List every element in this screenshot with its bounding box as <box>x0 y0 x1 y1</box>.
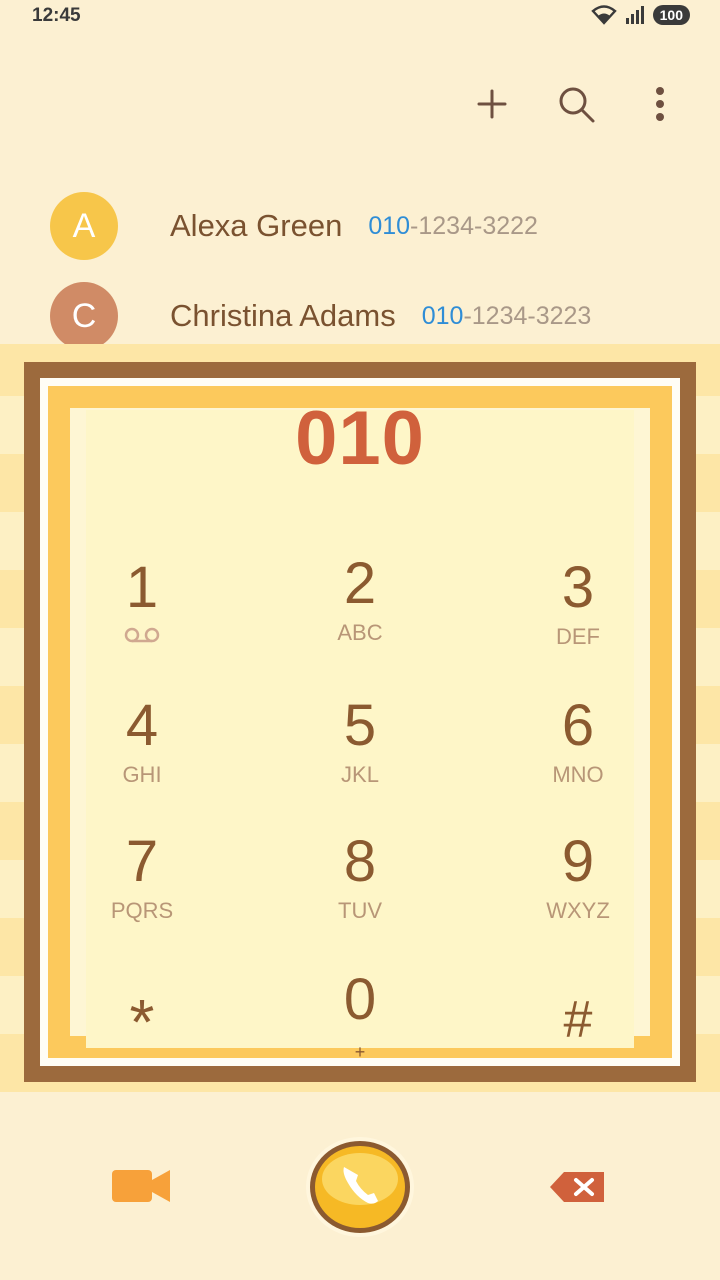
phone-icon <box>306 1137 414 1237</box>
key-letters: MNO <box>552 762 604 787</box>
key-9[interactable]: 9 WXYZ <box>498 830 658 950</box>
contact-name: Alexa Green <box>170 208 343 243</box>
wifi-icon <box>590 5 617 25</box>
key-digit: 6 <box>561 693 595 758</box>
key-star[interactable]: * <box>62 990 222 1110</box>
number-rest: -1234-3223 <box>463 301 592 330</box>
key-digit: 9 <box>561 829 595 894</box>
search-icon <box>559 87 595 123</box>
contact-number: 010-1234-3222 <box>368 212 538 241</box>
avatar: C <box>50 282 118 350</box>
key-2[interactable]: 2 ABC <box>280 552 440 672</box>
add-contact-button[interactable] <box>470 82 514 126</box>
key-letters: + <box>354 1042 366 1062</box>
contact-row[interactable]: A Alexa Green 010-1234-3222 <box>50 191 690 261</box>
more-options-button[interactable] <box>638 82 682 126</box>
status-time: 12:45 <box>32 5 81 26</box>
key-digit: 2 <box>343 551 377 616</box>
key-5[interactable]: 5 JKL <box>280 694 440 814</box>
video-call-icon <box>112 1170 170 1202</box>
search-button[interactable] <box>554 82 598 126</box>
key-digit: 5 <box>343 693 377 758</box>
key-letters: ABC <box>337 620 383 645</box>
key-letters: JKL <box>341 762 379 787</box>
key-digit: 3 <box>561 555 595 620</box>
key-8[interactable]: 8 TUV <box>280 830 440 950</box>
avatar: A <box>50 192 118 260</box>
number-match: 010 <box>368 211 411 240</box>
video-call-button[interactable] <box>104 1156 180 1216</box>
more-vert-icon <box>656 87 664 121</box>
key-letters: PQRS <box>110 898 174 923</box>
dialed-number[interactable]: 010 <box>0 395 720 482</box>
contact-number: 010-1234-3223 <box>422 302 592 331</box>
number-rest: -1234-3222 <box>410 211 538 240</box>
key-digit: 0 <box>343 967 377 1032</box>
number-match: 010 <box>421 301 464 330</box>
voicemail-icon <box>124 627 160 643</box>
key-letters: TUV <box>338 898 382 923</box>
key-7[interactable]: 7 PQRS <box>62 830 222 950</box>
delete-button[interactable] <box>546 1164 610 1210</box>
backspace-icon <box>550 1172 604 1202</box>
key-4[interactable]: 4 GHI <box>62 694 222 814</box>
key-0[interactable]: 0 + <box>280 968 440 1088</box>
key-digit: # <box>563 991 593 1049</box>
key-digit: 8 <box>343 829 377 894</box>
key-letters: WXYZ <box>546 898 610 923</box>
key-3[interactable]: 3 DEF <box>498 556 658 676</box>
top-actions <box>470 82 682 126</box>
key-digit: 7 <box>125 829 159 894</box>
key-hash[interactable]: # <box>498 988 658 1108</box>
key-6[interactable]: 6 MNO <box>498 694 658 814</box>
contact-name: Christina Adams <box>170 298 396 333</box>
status-bar: 12:45 100 <box>0 0 720 34</box>
key-digit: * <box>129 986 155 1058</box>
key-1[interactable]: 1 <box>62 556 222 676</box>
key-digit: 4 <box>125 693 159 758</box>
battery-indicator: 100 <box>652 5 690 25</box>
plus-icon <box>477 89 507 119</box>
contact-row[interactable]: C Christina Adams 010-1234-3223 <box>50 281 690 351</box>
key-digit: 1 <box>125 555 159 620</box>
signal-icon <box>625 6 644 24</box>
call-button[interactable] <box>300 1132 420 1242</box>
status-icons: 100 <box>590 5 690 25</box>
key-letters: GHI <box>122 762 162 787</box>
key-letters: DEF <box>556 624 600 649</box>
voicemail-icon-wrap <box>62 624 222 650</box>
